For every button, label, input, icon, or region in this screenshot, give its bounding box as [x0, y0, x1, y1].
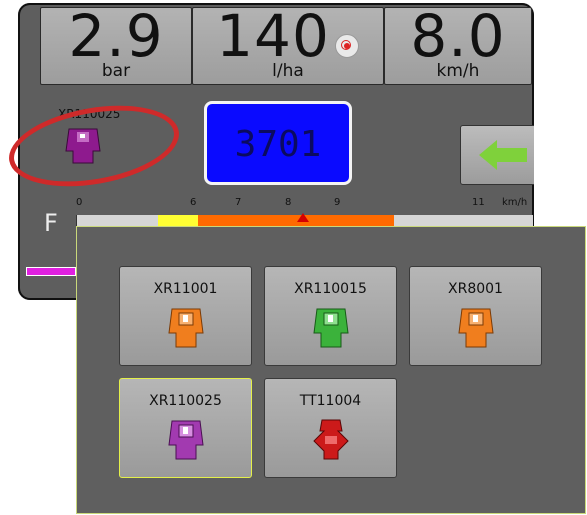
pressure-value: 2.9 — [68, 3, 164, 70]
counter-value: 3701 — [234, 124, 322, 165]
nozzle-label: XR8001 — [448, 281, 503, 297]
speed-tick: 8 — [285, 197, 292, 208]
speed-tick: 7 — [235, 197, 242, 208]
nozzle-label: XR11001 — [153, 281, 218, 297]
speed-tick: 6 — [190, 197, 197, 208]
speed-unit: km/h — [436, 61, 480, 81]
nozzle-button-tt11004[interactable]: TT11004 — [264, 378, 397, 478]
speed-marker — [297, 213, 309, 222]
counter-display: 3701 — [204, 101, 352, 185]
nozzle-selection-panel: XR11001 XR110015 XR8001 XR110025 TT11004 — [76, 226, 586, 514]
nozzle-button-xr8001[interactable]: XR8001 — [409, 266, 542, 366]
section-indicator — [26, 267, 76, 276]
nozzle-label: XR110015 — [294, 281, 367, 297]
green-nozzle-icon — [313, 308, 349, 348]
nozzle-label: XR110025 — [149, 393, 222, 409]
purple-nozzle-icon — [168, 420, 204, 460]
red-nozzle-icon — [313, 419, 349, 460]
pressure-unit: bar — [101, 61, 131, 81]
nozzle-button-xr110015[interactable]: XR110015 — [264, 266, 397, 366]
speed-tick: 11 — [472, 197, 485, 208]
back-button[interactable] — [460, 125, 534, 185]
orange-nozzle-icon — [458, 308, 494, 348]
rate-unit: l/ha — [272, 61, 304, 81]
target-icon[interactable] — [335, 34, 359, 58]
pressure-readout[interactable]: 2.9 bar — [40, 3, 192, 85]
speed-value: 8.0 — [410, 3, 506, 70]
rate-readout[interactable]: 140 l/ha — [192, 4, 384, 85]
green-arrow-left-icon — [479, 140, 527, 170]
speed-readout[interactable]: 8.0 km/h — [384, 3, 532, 85]
speed-tick: 9 — [334, 197, 341, 208]
nozzle-button-xr110025[interactable]: XR110025 — [119, 378, 252, 478]
speed-tick: 0 — [76, 197, 83, 208]
f-label: F — [44, 209, 58, 237]
orange-nozzle-icon — [168, 308, 204, 348]
nozzle-label: TT11004 — [299, 393, 362, 409]
speed-tick: km/h — [502, 197, 528, 208]
speed-scale: 0 6 7 8 9 11 km/h — [62, 197, 534, 211]
nozzle-button-xr11001[interactable]: XR11001 — [119, 266, 252, 366]
